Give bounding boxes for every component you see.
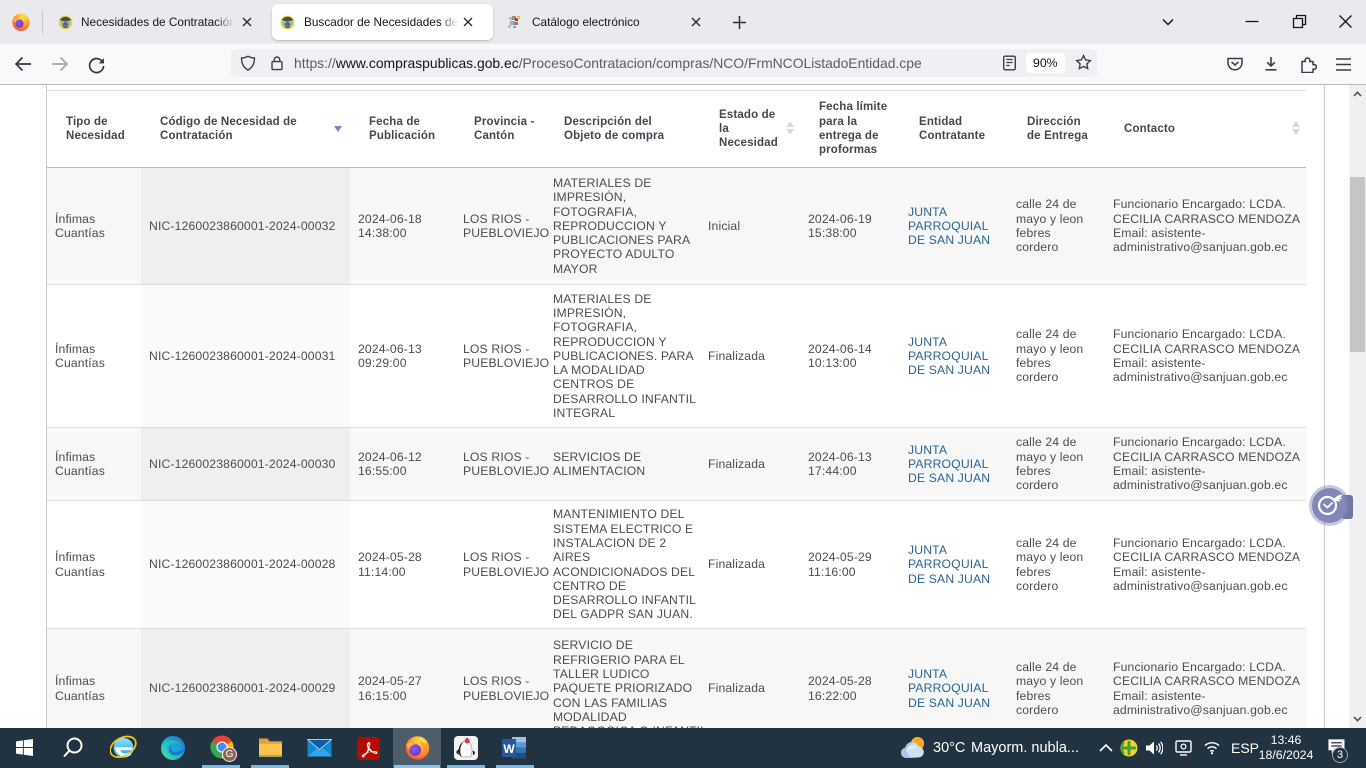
svg-text:W: W xyxy=(503,742,515,756)
